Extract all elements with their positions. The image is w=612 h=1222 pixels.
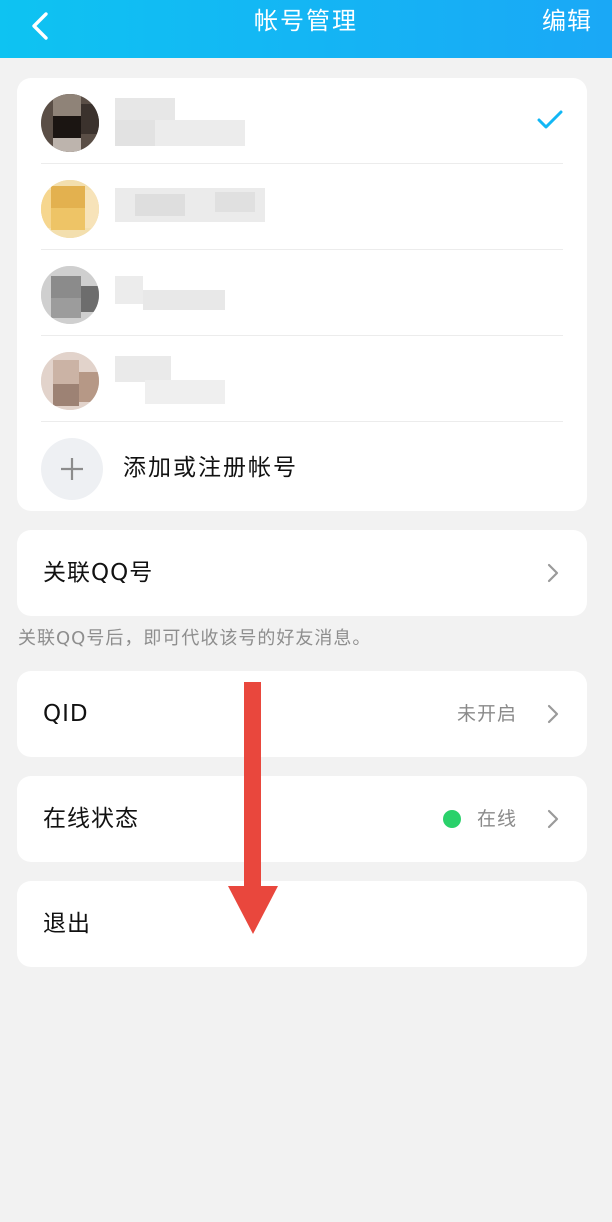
avatar — [41, 94, 99, 152]
account-row-2[interactable] — [41, 164, 563, 250]
chevron-right-icon — [547, 563, 559, 583]
online-dot-icon — [443, 810, 461, 828]
add-account-button[interactable] — [41, 438, 103, 500]
add-account-label: 添加或注册帐号 — [123, 455, 298, 481]
top-bar: 帐号管理 编辑 — [0, 0, 612, 58]
link-qq-row[interactable]: 关联QQ号 — [17, 530, 587, 616]
logout-row[interactable]: 退出 — [17, 881, 587, 967]
edit-button[interactable]: 编辑 — [542, 6, 592, 36]
chevron-right-icon — [547, 809, 559, 829]
qid-label: QID — [43, 701, 89, 727]
avatar — [41, 180, 99, 238]
link-qq-hint: 关联QQ号后，即可代收该号的好友消息。 — [18, 628, 372, 649]
arrow-down-icon — [228, 682, 278, 934]
avatar — [41, 266, 99, 324]
account-row-1[interactable] — [41, 78, 563, 164]
online-status-row[interactable]: 在线状态 在线 — [17, 776, 587, 862]
account-row-4[interactable] — [41, 336, 563, 422]
account-row-3[interactable] — [41, 250, 563, 336]
qid-value: 未开启 — [456, 703, 517, 725]
page-title: 帐号管理 — [254, 7, 358, 35]
link-qq-label: 关联QQ号 — [43, 560, 154, 586]
avatar — [41, 352, 99, 410]
add-account-row[interactable]: 添加或注册帐号 — [41, 424, 563, 510]
qid-row[interactable]: QID 未开启 — [17, 671, 587, 757]
plus-icon — [61, 458, 83, 480]
check-icon — [537, 110, 563, 129]
online-status-label: 在线状态 — [43, 806, 139, 832]
accounts-card: 添加或注册帐号 — [17, 78, 587, 511]
logout-label: 退出 — [43, 911, 91, 937]
online-status-value: 在线 — [476, 808, 517, 830]
chevron-right-icon — [547, 704, 559, 724]
